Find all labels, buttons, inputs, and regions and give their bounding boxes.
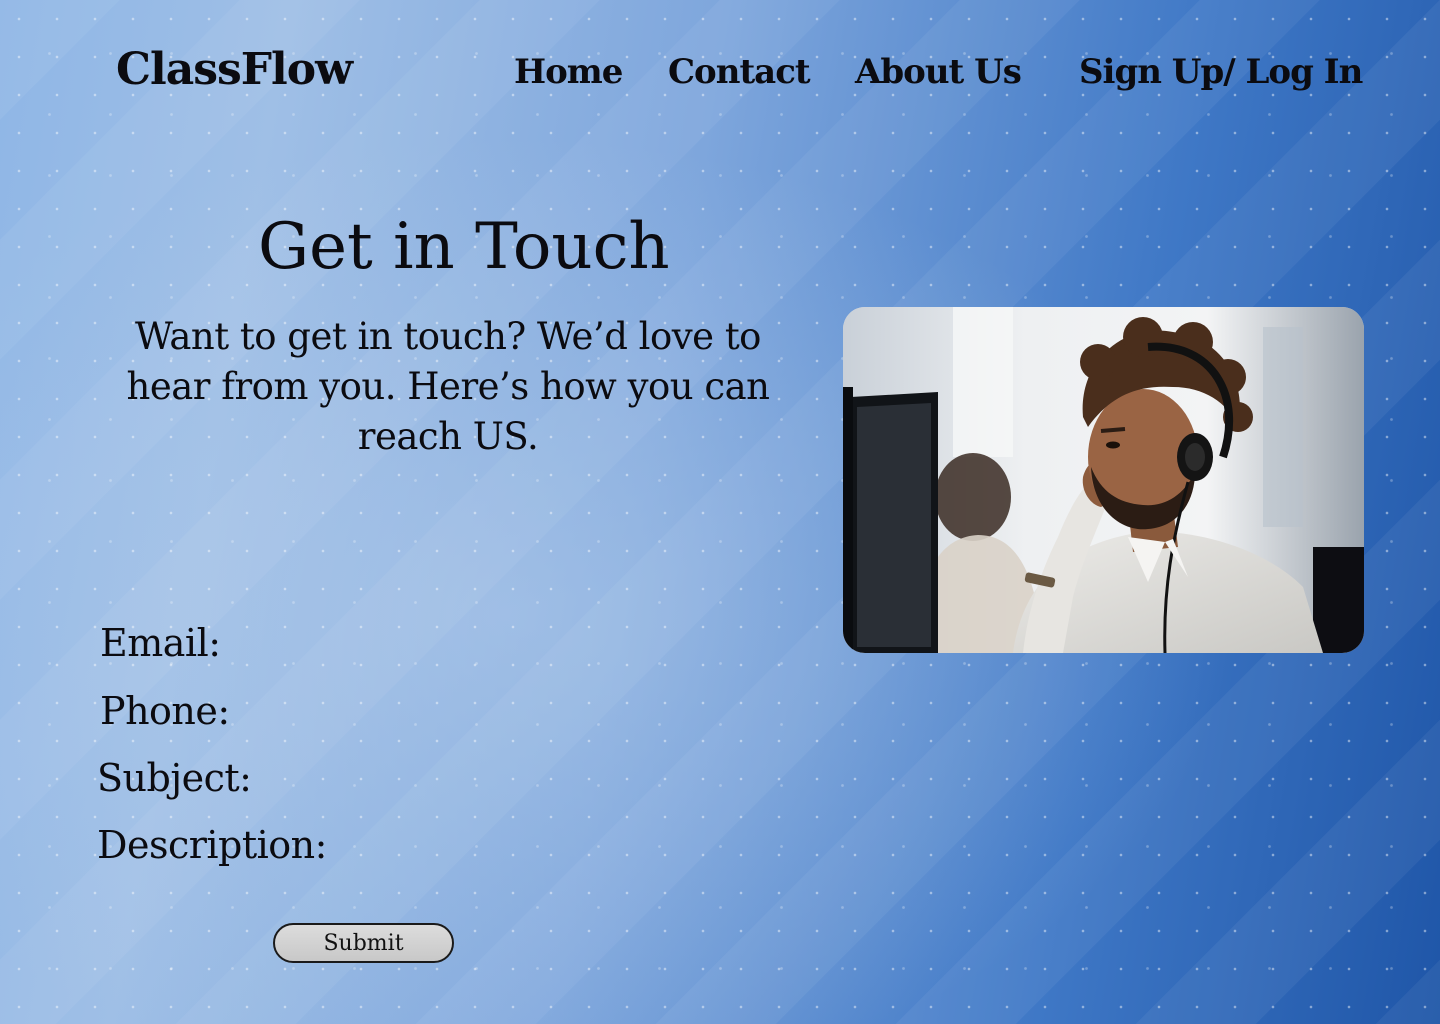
intro-text: Want to get in touch? We’d love to hear …: [126, 315, 770, 458]
email-label: Email:: [100, 621, 221, 665]
nav-contact[interactable]: Contact: [668, 52, 811, 92]
description-label: Description:: [97, 823, 327, 867]
support-agent-photo: [843, 307, 1364, 653]
support-agent-illustration: [843, 307, 1364, 653]
page-title: Get in Touch: [258, 210, 670, 284]
phone-label: Phone:: [100, 689, 230, 733]
nav-sign-up-log-in[interactable]: Sign Up/ Log In: [1079, 52, 1363, 92]
nav-about-us[interactable]: About Us: [855, 52, 1022, 92]
subject-label: Subject:: [97, 756, 252, 800]
submit-button[interactable]: Submit: [273, 923, 454, 963]
nav-home[interactable]: Home: [514, 52, 623, 92]
brand-logo[interactable]: ClassFlow: [116, 44, 353, 95]
